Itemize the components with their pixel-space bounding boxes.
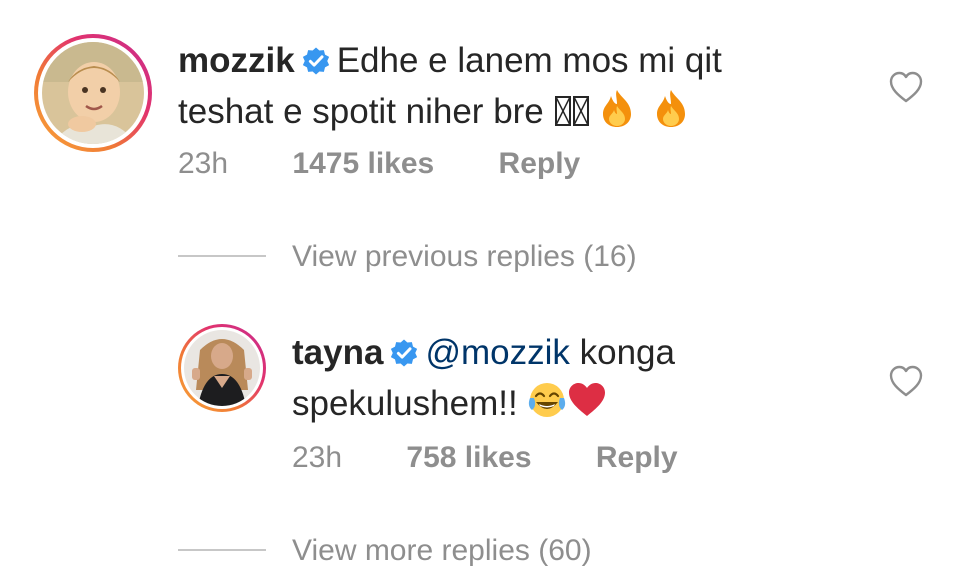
comment-body: tayna @mozzik konga spekulushem!! <box>292 330 872 432</box>
avatar-photo-child <box>42 42 144 144</box>
reply-button[interactable]: Reply <box>596 441 678 474</box>
comment-line-2: spekulushem!! <box>292 380 872 432</box>
mention-link[interactable]: @mozzik <box>425 333 569 372</box>
comment-timestamp[interactable]: 23h <box>178 147 228 180</box>
reply-button[interactable]: Reply <box>499 147 581 180</box>
fire-icon <box>599 88 635 140</box>
avatar-ring[interactable] <box>178 324 266 412</box>
comment-text-line-2: teshat e spotit niher bre <box>178 92 544 131</box>
unknown-glyph-icon <box>554 94 572 140</box>
verified-badge-icon <box>301 42 331 88</box>
comment-meta: 23h 1475 likes Reply <box>178 147 580 181</box>
comment-text-line-1: Edhe e lanem mos mi qit <box>336 41 722 80</box>
thread-divider-line <box>178 255 266 257</box>
comment-text-line-2: spekulushem!! <box>292 384 518 423</box>
comment-timestamp[interactable]: 23h <box>292 441 342 474</box>
verified-badge-icon <box>389 334 419 380</box>
comment-line-1: mozzik Edhe e lanem mos mi qit <box>178 38 858 88</box>
like-button[interactable] <box>888 364 924 398</box>
view-more-replies-link[interactable]: View more replies (60) <box>292 534 592 568</box>
heart-outline-icon <box>889 71 923 103</box>
comment-username[interactable]: mozzik <box>178 41 295 80</box>
view-previous-replies-link[interactable]: View previous replies (16) <box>292 240 637 274</box>
comment-username[interactable]: tayna <box>292 333 383 372</box>
fire-icon <box>653 88 689 140</box>
comment-line-2: teshat e spotit niher bre <box>178 88 858 140</box>
red-heart-icon <box>567 380 607 432</box>
unknown-glyph-icon <box>572 94 590 140</box>
like-button[interactable] <box>888 70 924 104</box>
comment-line-1: tayna @mozzik konga <box>292 330 872 380</box>
avatar-ring[interactable] <box>34 34 152 152</box>
avatar-gap <box>181 327 263 409</box>
avatar-gap <box>38 38 148 148</box>
heart-outline-icon <box>889 365 923 397</box>
comment-text-line-1: konga <box>579 333 675 372</box>
thread-divider-line <box>178 549 266 551</box>
comment-likes-count[interactable]: 758 likes <box>406 441 531 474</box>
comment-body: mozzik Edhe e lanem mos mi qit teshat e s… <box>178 38 858 140</box>
avatar-photo-woman <box>184 330 260 406</box>
avatar <box>184 330 260 406</box>
avatar <box>42 42 144 144</box>
comment-likes-count[interactable]: 1475 likes <box>292 147 434 180</box>
comment-meta: 23h 758 likes Reply <box>292 441 678 475</box>
face-with-tears-of-joy-icon <box>527 380 567 432</box>
